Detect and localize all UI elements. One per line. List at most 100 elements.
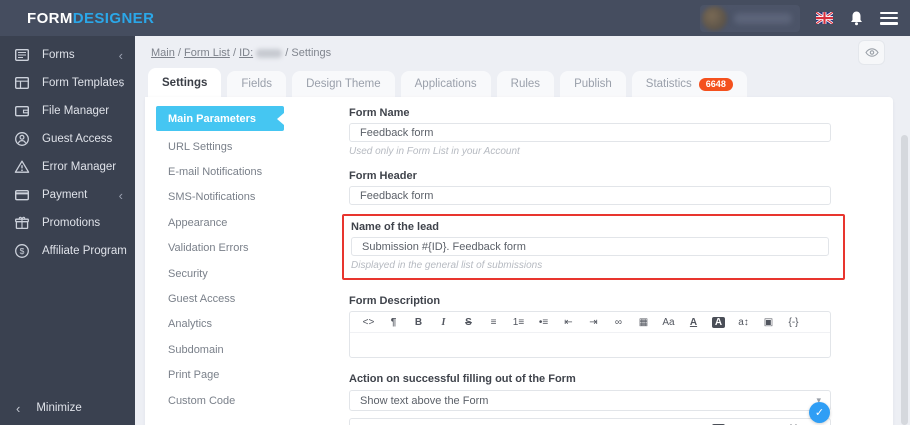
link-icon[interactable]: ∞ — [606, 315, 631, 330]
subnav-item-analytics[interactable]: Analytics — [156, 312, 284, 337]
error-manager-icon — [14, 160, 30, 173]
preview-form-button[interactable] — [858, 40, 885, 65]
subnav-item-label: Appearance — [168, 216, 228, 229]
action-select[interactable]: Show text above the Form ▾ — [349, 390, 831, 411]
subnav-item-appearance[interactable]: Appearance — [156, 210, 284, 235]
subnav-item-subdomain[interactable]: Subdomain — [156, 337, 284, 362]
sidebar-minimize-button[interactable]: ‹ Minimize — [0, 395, 135, 421]
ordered-list-icon[interactable]: 1≡ — [506, 315, 531, 330]
logo-part-1: FORM — [27, 9, 73, 27]
form-description-editor: <> ¶ B I S ≡ 1≡ •≡ ⇤ ⇥ ∞ ▦ Aa A Aa↕ ▣ {-} — [349, 311, 831, 358]
sidebar-item-label: Forms — [42, 49, 75, 61]
sidebar-item-affiliate-program[interactable]: $ Affiliate Program — [0, 237, 135, 265]
success-text-editor: <>¶BIS≡1≡•≡⇤⇥∞▦AaAAa↕▣{-} — [349, 418, 831, 425]
form-templates-icon — [15, 77, 30, 90]
app-logo[interactable]: FORMDESIGNER — [27, 10, 154, 27]
sidebar-item-label: Payment — [42, 189, 88, 201]
code-view-icon[interactable]: <> — [356, 315, 381, 330]
bg-color-icon[interactable]: A — [706, 315, 731, 330]
main-sidebar: Forms ‹ Form Templates ‹ File Manager Gu… — [0, 36, 135, 425]
breadcrumb-link-form-list[interactable]: Form List — [184, 47, 230, 59]
lead-name-label: Name of the lead — [351, 221, 440, 233]
hamburger-menu-icon[interactable] — [880, 11, 898, 25]
unordered-list-icon[interactable]: •≡ — [531, 315, 556, 330]
avatar — [702, 5, 727, 31]
subnav-item-label: Guest Access — [168, 293, 236, 306]
font-size-icon[interactable]: a↕ — [731, 315, 756, 330]
subnav-item-main-parameters[interactable]: Main Parameters — [156, 106, 284, 131]
form-tabs: Settings Fields Design Theme Application… — [148, 68, 753, 97]
sidebar-item-label: Affiliate Program — [42, 245, 127, 257]
form-name-input[interactable] — [349, 123, 831, 142]
eye-icon — [864, 48, 879, 57]
sidebar-item-forms[interactable]: Forms ‹ — [0, 41, 135, 69]
subnav-item-guest-access[interactable]: Guest Access — [156, 286, 284, 311]
tab-label: Rules — [510, 78, 541, 90]
breadcrumb-link-id[interactable]: ID: — [239, 47, 253, 59]
tab-publish[interactable]: Publish — [560, 71, 626, 97]
subnav-item-label: SMS-Notifications — [168, 191, 256, 204]
outdent-icon[interactable]: ⇤ — [556, 315, 581, 330]
tab-label: Design Theme — [306, 78, 381, 90]
minimize-label: Minimize — [36, 402, 82, 414]
tab-design-theme[interactable]: Design Theme — [292, 71, 395, 97]
subnav-item-url-settings[interactable]: URL Settings — [156, 134, 284, 159]
form-header-input[interactable] — [349, 186, 831, 205]
tab-rules[interactable]: Rules — [496, 71, 555, 97]
save-confirm-button[interactable]: ✓ — [809, 402, 830, 423]
subnav-item-label: Main Parameters — [168, 112, 257, 125]
file-manager-icon — [15, 106, 30, 117]
breadcrumb-separator: / — [232, 47, 236, 59]
font-family-icon[interactable]: Aa — [656, 315, 681, 330]
subnav-item-sms-notifications[interactable]: SMS-Notifications — [156, 185, 284, 210]
sidebar-item-label: Error Manager — [42, 161, 117, 173]
paragraph-icon[interactable]: ¶ — [381, 315, 406, 330]
sidebar-item-error-manager[interactable]: Error Manager — [0, 153, 135, 181]
strikethrough-icon[interactable]: S — [456, 315, 481, 330]
content-area: Main / Form List / ID: / Settings Settin… — [135, 36, 910, 425]
sidebar-item-guest-access[interactable]: Guest Access — [0, 125, 135, 153]
subnav-item-print-page[interactable]: Print Page — [156, 363, 284, 388]
tab-statistics[interactable]: Statistics 6648 — [631, 71, 747, 97]
text-color-icon[interactable]: A — [681, 315, 706, 330]
subnav-item-custom-code[interactable]: Custom Code — [156, 388, 284, 413]
notifications-bell-icon[interactable] — [849, 10, 864, 26]
user-account-menu[interactable] — [700, 4, 800, 32]
chevron-left-icon: ‹ — [118, 75, 123, 91]
subnav-item-label: Analytics — [168, 318, 213, 331]
sidebar-item-payment[interactable]: Payment ‹ — [0, 181, 135, 209]
rich-text-toolbar: <>¶BIS≡1≡•≡⇤⇥∞▦AaAAa↕▣{-} — [350, 419, 830, 425]
app-header: FORMDESIGNER — [0, 0, 910, 36]
logo-part-2: DESIGNER — [72, 9, 155, 27]
subnav-item-label: Subdomain — [168, 343, 224, 356]
italic-icon[interactable]: I — [431, 315, 456, 330]
tab-fields[interactable]: Fields — [227, 71, 287, 97]
action-selected-value: Show text above the Form — [360, 394, 489, 407]
align-icon[interactable]: ≡ — [481, 315, 506, 330]
breadcrumb-link-main[interactable]: Main — [151, 47, 175, 59]
subnav-item-validation-errors[interactable]: Validation Errors — [156, 236, 284, 261]
tab-applications[interactable]: Applications — [400, 71, 491, 97]
form-name-helper: Used only in Form List in your Account — [349, 146, 520, 157]
subnav-item-label: Custom Code — [168, 394, 236, 407]
main-parameters-form: Form Name Used only in Form List in your… — [342, 107, 845, 425]
sidebar-item-promotions[interactable]: Promotions — [0, 209, 135, 237]
image-icon[interactable]: ▣ — [756, 315, 781, 330]
language-flag-icon[interactable] — [816, 12, 833, 24]
special-char-icon[interactable]: {-} — [781, 315, 806, 330]
table-icon[interactable]: ▦ — [631, 315, 656, 330]
indent-icon[interactable]: ⇥ — [581, 315, 606, 330]
lead-name-input[interactable] — [351, 237, 829, 256]
vertical-scrollbar-thumb[interactable] — [901, 135, 908, 425]
form-description-edit-area[interactable] — [350, 333, 830, 357]
breadcrumb: Main / Form List / ID: / Settings — [151, 47, 331, 59]
subnav-item-label: E-mail Notifications — [168, 166, 263, 179]
sidebar-item-form-templates[interactable]: Form Templates ‹ — [0, 69, 135, 97]
tab-settings[interactable]: Settings — [148, 68, 222, 97]
bold-icon[interactable]: B — [406, 315, 431, 330]
sidebar-item-label: Promotions — [42, 217, 101, 229]
sidebar-item-file-manager[interactable]: File Manager — [0, 97, 135, 125]
chevron-left-icon: ‹ — [16, 400, 21, 416]
subnav-item-email-notifications[interactable]: E-mail Notifications — [156, 159, 284, 184]
subnav-item-security[interactable]: Security — [156, 261, 284, 286]
